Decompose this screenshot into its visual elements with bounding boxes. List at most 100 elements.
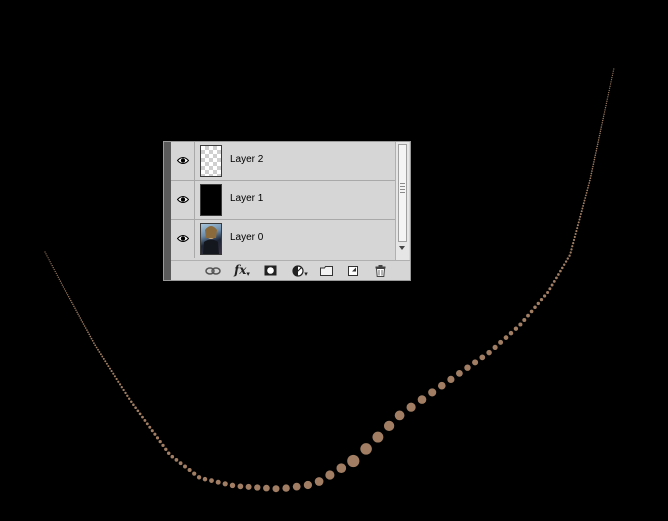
brush-dot <box>127 397 131 401</box>
brush-dot <box>548 287 552 291</box>
brush-dot <box>202 476 208 482</box>
add-layer-mask-button[interactable] <box>261 263 279 278</box>
layer-row-layer-0[interactable]: Layer 0 <box>171 220 395 259</box>
brush-dot <box>539 297 544 302</box>
brush-dot <box>77 313 79 315</box>
brush-dot <box>153 432 157 436</box>
layer-name[interactable]: Layer 0 <box>230 232 263 243</box>
visibility-toggle[interactable] <box>171 181 195 219</box>
new-group-button[interactable] <box>317 263 335 278</box>
visibility-toggle[interactable] <box>171 142 195 180</box>
brush-dot <box>102 357 105 360</box>
layer-style-button[interactable]: fx ▾ <box>231 263 253 278</box>
brush-dot <box>601 124 603 126</box>
brush-dot <box>561 266 564 270</box>
brush-dot <box>578 218 581 221</box>
layers-scrollbar[interactable] <box>395 142 409 260</box>
brush-dot <box>58 278 60 280</box>
brush-dot <box>71 301 73 304</box>
scroll-thumb[interactable] <box>398 144 407 242</box>
brush-dot <box>50 263 52 265</box>
brush-dot <box>604 109 606 111</box>
brush-dot <box>591 167 594 170</box>
brush-dot <box>347 454 360 468</box>
brush-dot <box>54 270 56 273</box>
layer-thumbnail[interactable] <box>200 184 222 216</box>
brush-dot <box>606 100 608 102</box>
brush-dot <box>570 248 573 251</box>
brush-dot <box>600 126 603 128</box>
brush-dot <box>596 145 598 148</box>
layer-row-layer-2[interactable]: Layer 2 <box>171 142 395 181</box>
brush-dot <box>595 150 598 152</box>
new-layer-button[interactable] <box>344 263 362 278</box>
adjustment-layer-icon <box>292 264 304 277</box>
brush-dot <box>584 197 587 199</box>
brush-dot <box>292 482 301 491</box>
brush-dot <box>108 367 112 370</box>
layer-name[interactable]: Layer 1 <box>230 193 263 204</box>
brush-dot <box>118 383 122 386</box>
brush-dot <box>594 154 597 156</box>
brush-dot <box>63 288 66 290</box>
brush-dot <box>65 292 68 294</box>
brush-dot <box>582 204 585 207</box>
layer-name[interactable]: Layer 2 <box>230 154 263 165</box>
eye-icon <box>177 157 189 164</box>
layer-thumbnail[interactable] <box>200 145 222 177</box>
brush-dot <box>592 163 595 165</box>
brush-dot <box>555 276 558 280</box>
delete-layer-button[interactable] <box>371 263 389 278</box>
layers-panel-footer: fx ▾ ▾ <box>171 260 410 280</box>
brush-dot <box>588 182 591 184</box>
brush-dot <box>120 386 123 389</box>
brush-dot <box>486 349 492 356</box>
brush-dot <box>45 253 47 255</box>
brush-dot <box>72 303 74 306</box>
brush-dot <box>52 266 54 269</box>
brush-dot <box>82 323 85 325</box>
brush-dot <box>550 283 554 287</box>
brush-dot <box>254 484 261 491</box>
brush-dot <box>576 227 579 230</box>
photo-icon <box>203 226 219 254</box>
brush-dot <box>155 436 160 440</box>
brush-dot <box>585 194 587 197</box>
brush-dot <box>428 388 437 397</box>
brush-dot <box>68 296 70 298</box>
brush-dot <box>588 179 591 182</box>
brush-dot <box>104 360 107 363</box>
brush-dot <box>600 128 602 130</box>
brush-dot <box>598 134 601 137</box>
brush-dot <box>607 96 609 98</box>
brush-dot <box>594 156 596 159</box>
brush-dot <box>222 481 228 487</box>
brush-dot <box>143 418 147 422</box>
visibility-toggle[interactable] <box>171 220 195 258</box>
link-layers-icon <box>205 266 221 275</box>
brush-dot <box>611 74 614 77</box>
brush-dot <box>609 85 611 87</box>
brush-dot <box>336 463 347 474</box>
layer-thumbnail[interactable] <box>200 223 222 255</box>
brush-dot <box>592 165 594 168</box>
link-layers-button[interactable] <box>204 263 222 278</box>
layer-row-layer-1[interactable]: Layer 1 <box>171 181 395 220</box>
adjustment-layer-button[interactable]: ▾ <box>289 263 311 278</box>
brush-dot <box>595 147 598 150</box>
brush-dot <box>608 91 610 94</box>
brush-dot <box>99 353 102 356</box>
brush-dot <box>95 346 98 349</box>
scroll-down-arrow-icon[interactable] <box>399 246 405 250</box>
brush-dot <box>406 402 416 412</box>
brush-dot <box>69 298 71 300</box>
brush-dot <box>590 174 592 177</box>
brush-dot <box>84 327 87 329</box>
brush-dot <box>583 199 586 202</box>
brush-dot <box>178 461 183 466</box>
brush-dot <box>606 98 608 100</box>
brush-dot <box>604 107 607 109</box>
brush-dot <box>383 420 395 432</box>
brush-dot <box>417 395 427 404</box>
brush-dot <box>597 141 599 143</box>
